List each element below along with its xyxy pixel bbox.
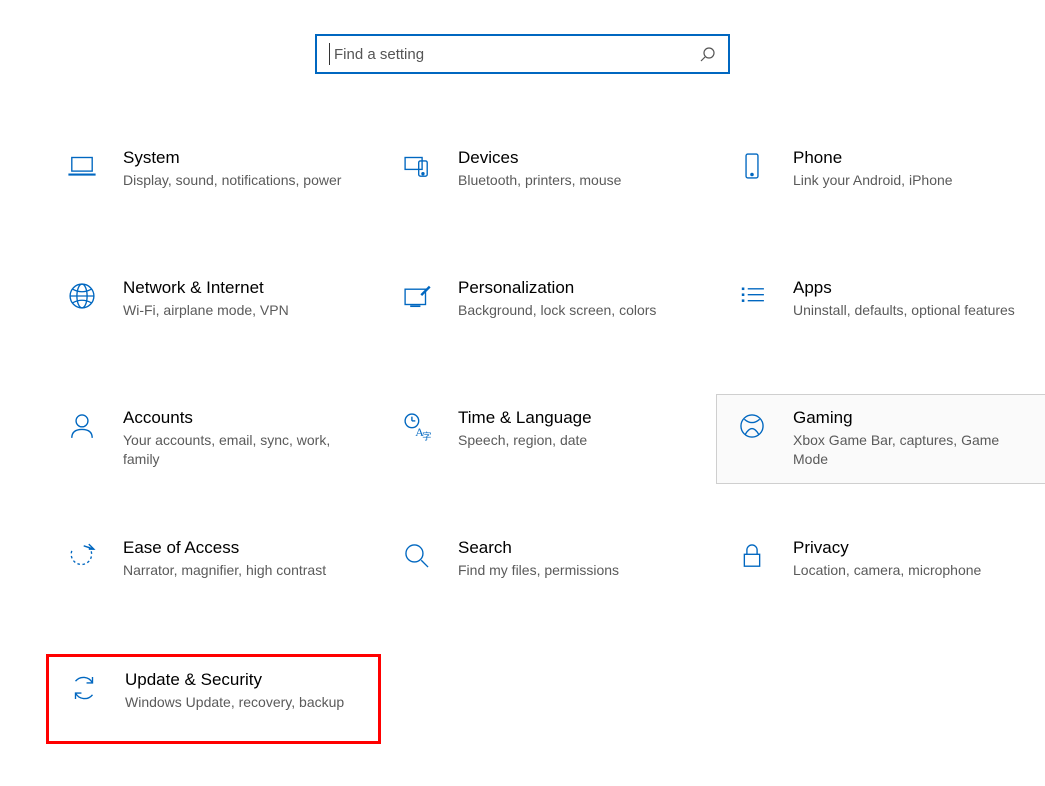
tile-gaming[interactable]: Gaming Xbox Game Bar, captures, Game Mod… [716,394,1045,484]
laptop-icon [61,147,103,183]
tile-desc: Windows Update, recovery, backup [125,693,344,712]
tile-ease-of-access[interactable]: Ease of Access Narrator, magnifier, high… [46,524,381,614]
tile-desc: Wi-Fi, airplane mode, VPN [123,301,289,320]
tile-update-security[interactable]: Update & Security Windows Update, recove… [46,654,381,744]
tile-title: Apps [793,277,1015,299]
update-icon [63,669,105,705]
phone-icon [731,147,773,183]
tile-desc: Uninstall, defaults, optional features [793,301,1015,320]
tile-title: System [123,147,341,169]
tile-title: Time & Language [458,407,592,429]
personalization-icon [396,277,438,313]
tile-desc: Xbox Game Bar, captures, Game Mode [793,431,1032,469]
search-box[interactable] [315,34,730,74]
tile-time-language[interactable]: A 字 Time & Language Speech, region, date [381,394,716,484]
tile-desc: Background, lock screen, colors [458,301,656,320]
tile-title: Update & Security [125,669,344,691]
tile-desc: Find my files, permissions [458,561,619,580]
time-language-icon: A 字 [396,407,438,443]
tile-desc: Display, sound, notifications, power [123,171,341,190]
tile-desc: Narrator, magnifier, high contrast [123,561,326,580]
ease-of-access-icon [61,537,103,573]
tile-desc: Your accounts, email, sync, work, family [123,431,362,469]
tile-personalization[interactable]: Personalization Background, lock screen,… [381,264,716,354]
apps-icon [731,277,773,313]
tile-title: Phone [793,147,953,169]
magnifier-icon [396,537,438,573]
xbox-icon [731,407,773,443]
person-icon [61,407,103,443]
tile-devices[interactable]: Devices Bluetooth, printers, mouse [381,134,716,224]
tile-desc: Speech, region, date [458,431,592,450]
lock-icon [731,537,773,573]
tile-title: Network & Internet [123,277,289,299]
tile-title: Search [458,537,619,559]
tile-desc: Bluetooth, printers, mouse [458,171,621,190]
tile-network[interactable]: Network & Internet Wi-Fi, airplane mode,… [46,264,381,354]
tile-desc: Link your Android, iPhone [793,171,953,190]
tile-title: Privacy [793,537,981,559]
tile-title: Devices [458,147,621,169]
tile-privacy[interactable]: Privacy Location, camera, microphone [716,524,1045,614]
tile-desc: Location, camera, microphone [793,561,981,580]
tile-title: Gaming [793,407,1032,429]
tile-phone[interactable]: Phone Link your Android, iPhone [716,134,1045,224]
devices-icon [396,147,438,183]
search-input[interactable] [332,36,700,72]
text-cursor [329,43,330,65]
search-icon [700,46,716,62]
tile-accounts[interactable]: Accounts Your accounts, email, sync, wor… [46,394,381,484]
svg-text:字: 字 [422,431,431,443]
tile-title: Ease of Access [123,537,326,559]
tile-apps[interactable]: Apps Uninstall, defaults, optional featu… [716,264,1045,354]
globe-icon [61,277,103,313]
tile-search[interactable]: Search Find my files, permissions [381,524,716,614]
tile-title: Accounts [123,407,362,429]
tile-title: Personalization [458,277,656,299]
tile-system[interactable]: System Display, sound, notifications, po… [46,134,381,224]
